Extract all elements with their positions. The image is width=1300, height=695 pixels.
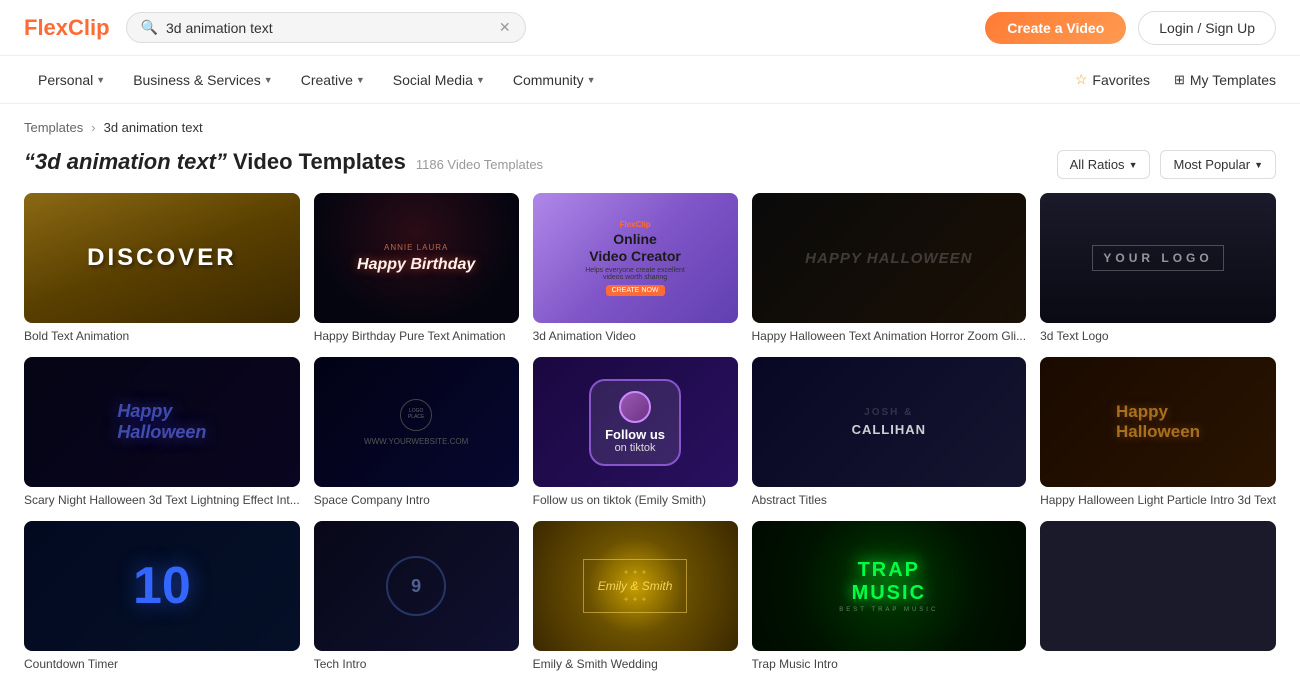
list-item[interactable]: 9 Tech Intro <box>314 521 519 671</box>
list-item[interactable]: HappyHalloween Happy Halloween Light Par… <box>1040 357 1276 507</box>
ratio-filter-button[interactable]: All Ratios ▼ <box>1057 150 1151 179</box>
logo[interactable]: FlexClip <box>24 15 110 41</box>
list-item[interactable]: YOUR LOGO 3d Text Logo <box>1040 193 1276 343</box>
card-thumbnail: FlexClip OnlineVideo Creator Helps every… <box>533 193 738 323</box>
header-right: Create a Video Login / Sign Up <box>985 11 1276 45</box>
card-thumbnail <box>1040 521 1276 651</box>
nav-label-business: Business & Services <box>133 72 261 88</box>
sort-filter-label: Most Popular <box>1173 157 1250 172</box>
nav-label-community: Community <box>513 72 584 88</box>
list-item[interactable]: HappyHalloween Scary Night Halloween 3d … <box>24 357 300 507</box>
card-thumbnail: DISCOVER <box>24 193 300 323</box>
breadcrumb-separator: › <box>91 120 95 135</box>
search-icon: 🔍 <box>141 19 158 36</box>
list-item[interactable]: Annie Laura Happy Birthday Happy Birthda… <box>314 193 519 343</box>
card-label: Happy Halloween Light Particle Intro 3d … <box>1040 493 1276 507</box>
nav-label-creative: Creative <box>301 72 353 88</box>
search-term: “3d animation text” <box>24 149 227 174</box>
card-label: Follow us on tiktok (Emily Smith) <box>533 493 738 507</box>
list-item[interactable]: 10 Countdown Timer <box>24 521 300 671</box>
card-label: Tech Intro <box>314 657 519 671</box>
list-item[interactable] <box>1040 521 1276 671</box>
chevron-down-icon-4: ▼ <box>476 75 485 85</box>
breadcrumb-root[interactable]: Templates <box>24 120 83 135</box>
page-header: “3d animation text” Video Templates 1186… <box>0 143 1300 193</box>
card-label <box>1040 657 1276 671</box>
page-title: “3d animation text” Video Templates <box>24 149 406 175</box>
nav: Personal ▼ Business & Services ▼ Creativ… <box>0 56 1300 104</box>
header: FlexClip 🔍 ✕ Create a Video Login / Sign… <box>0 0 1300 56</box>
card-label: Countdown Timer <box>24 657 300 671</box>
breadcrumb-current: 3d animation text <box>104 120 203 135</box>
card-thumbnail: YOUR LOGO <box>1040 193 1276 323</box>
my-templates-nav-item[interactable]: ⊞ My Templates <box>1174 72 1276 88</box>
list-item[interactable]: JOSH & CALLIHAN Abstract Titles <box>752 357 1027 507</box>
template-count: 1186 Video Templates <box>416 157 543 172</box>
chevron-down-icon: ▼ <box>96 75 105 85</box>
card-label: Trap Music Intro <box>752 657 1027 671</box>
card-thumbnail: 9 <box>314 521 519 651</box>
sort-filter-button[interactable]: Most Popular ▼ <box>1160 150 1276 179</box>
nav-label-social: Social Media <box>393 72 473 88</box>
card-thumbnail: HappyHalloween <box>1040 357 1276 487</box>
card-label: Abstract Titles <box>752 493 1027 507</box>
list-item[interactable]: TRAP MUSIC BEST TRAP MUSIC Trap Music In… <box>752 521 1027 671</box>
chevron-down-icon-3: ▼ <box>356 75 365 85</box>
breadcrumb: Templates › 3d animation text <box>0 104 1300 143</box>
sidebar-item-social[interactable]: Social Media ▼ <box>379 56 499 103</box>
card-thumbnail: HappyHalloween <box>24 357 300 487</box>
clear-icon[interactable]: ✕ <box>499 19 511 36</box>
ratio-filter-label: All Ratios <box>1070 157 1125 172</box>
chevron-down-icon-2: ▼ <box>264 75 273 85</box>
card-thumbnail: 10 <box>24 521 300 651</box>
card-label: Bold Text Animation <box>24 329 300 343</box>
search-bar: 🔍 ✕ <box>126 12 526 43</box>
card-label: 3d Animation Video <box>533 329 738 343</box>
list-item[interactable]: Follow us on tiktok Follow us on tiktok … <box>533 357 738 507</box>
card-thumbnail: ✦ ✦ ✦ Emily & Smith ✦ ✦ ✦ <box>533 521 738 651</box>
page-title-area: “3d animation text” Video Templates 1186… <box>24 149 543 175</box>
list-item[interactable]: DISCOVER Bold Text Animation <box>24 193 300 343</box>
nav-label-personal: Personal <box>38 72 93 88</box>
sidebar-item-personal[interactable]: Personal ▼ <box>24 56 119 103</box>
card-label: Scary Night Halloween 3d Text Lightning … <box>24 493 300 507</box>
favorites-label: Favorites <box>1092 72 1150 88</box>
list-item[interactable]: FlexClip OnlineVideo Creator Helps every… <box>533 193 738 343</box>
card-label: Emily & Smith Wedding <box>533 657 738 671</box>
search-input[interactable] <box>166 20 491 36</box>
login-button[interactable]: Login / Sign Up <box>1138 11 1276 45</box>
star-icon: ☆ <box>1075 71 1088 88</box>
card-thumbnail: LOGOPLACE WWW.YOURWEBSITE.COM <box>314 357 519 487</box>
my-templates-label: My Templates <box>1190 72 1276 88</box>
card-label: Happy Halloween Text Animation Horror Zo… <box>752 329 1027 343</box>
list-item[interactable]: ✦ ✦ ✦ Emily & Smith ✦ ✦ ✦ Emily & Smith … <box>533 521 738 671</box>
grid-icon: ⊞ <box>1174 72 1185 88</box>
card-thumbnail: Follow us on tiktok <box>533 357 738 487</box>
filter-controls: All Ratios ▼ Most Popular ▼ <box>1057 150 1276 179</box>
chevron-down-icon-ratio: ▼ <box>1129 160 1138 170</box>
sidebar-item-community[interactable]: Community ▼ <box>499 56 610 103</box>
nav-right: ☆ Favorites ⊞ My Templates <box>1075 71 1276 88</box>
card-thumbnail: JOSH & CALLIHAN <box>752 357 1027 487</box>
card-label: Space Company Intro <box>314 493 519 507</box>
card-thumbnail: Happy Halloween <box>752 193 1027 323</box>
create-video-button[interactable]: Create a Video <box>985 12 1126 44</box>
card-label: 3d Text Logo <box>1040 329 1276 343</box>
card-label: Happy Birthday Pure Text Animation <box>314 329 519 343</box>
card-thumbnail: Annie Laura Happy Birthday <box>314 193 519 323</box>
sidebar-item-creative[interactable]: Creative ▼ <box>287 56 379 103</box>
sidebar-item-business[interactable]: Business & Services ▼ <box>119 56 287 103</box>
card-thumbnail: TRAP MUSIC BEST TRAP MUSIC <box>752 521 1027 651</box>
list-item[interactable]: LOGOPLACE WWW.YOURWEBSITE.COM Space Comp… <box>314 357 519 507</box>
chevron-down-icon-5: ▼ <box>587 75 596 85</box>
favorites-nav-item[interactable]: ☆ Favorites <box>1075 71 1150 88</box>
template-grid: DISCOVER Bold Text Animation Annie Laura… <box>0 193 1300 695</box>
list-item[interactable]: Happy Halloween Happy Halloween Text Ani… <box>752 193 1027 343</box>
chevron-down-icon-sort: ▼ <box>1254 160 1263 170</box>
